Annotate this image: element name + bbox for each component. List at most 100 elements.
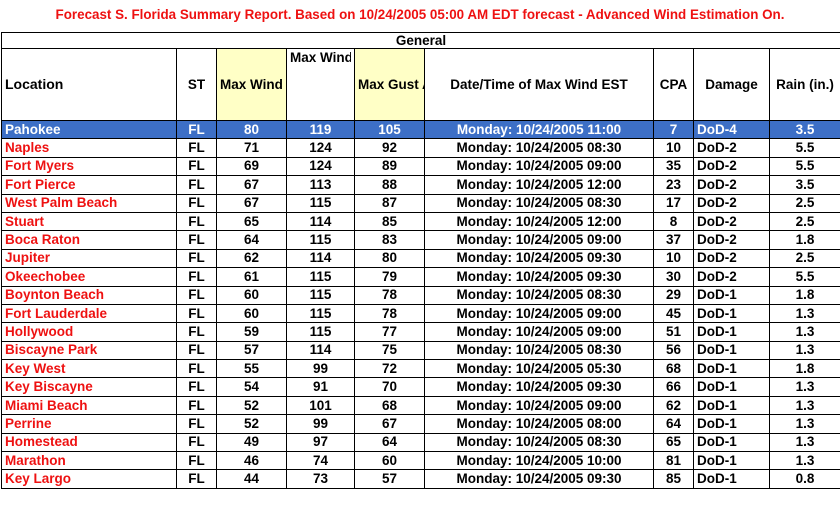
cell-damage: DoD-2 <box>693 193 770 213</box>
col-header-datetime[interactable]: Date/Time of Max Wind EST <box>424 48 654 121</box>
col-header-rain[interactable]: Rain (in.) <box>768 48 840 121</box>
cell-max-gust-awe: 57 <box>354 469 425 489</box>
cell-max-wind-awe: 46 <box>216 451 287 471</box>
cell-cpa: 66 <box>653 377 694 397</box>
cell-max-wind-awe: 44 <box>216 469 287 489</box>
cell-damage: DoD-1 <box>693 359 770 379</box>
table-row[interactable]: Key Largo FL 44 73 57 Monday: 10/24/2005 09:3… <box>1 469 840 489</box>
cell-cpa: 10 <box>653 138 694 158</box>
cell-rain: 1.8 <box>768 285 840 305</box>
cell-st: FL <box>176 451 217 471</box>
cell-cpa: 8 <box>653 211 694 232</box>
cell-st: FL <box>176 414 217 434</box>
col-header-st[interactable]: ST <box>176 48 217 121</box>
table-row[interactable]: Naples FL 71 124 92 Monday: 10/24/2005 08:30 1… <box>1 138 840 158</box>
cell-cpa: 62 <box>653 395 694 416</box>
cell-cpa: 64 <box>653 414 694 434</box>
cell-location: Marathon <box>1 451 177 471</box>
table-row[interactable]: Boynton Beach FL 60 115 78 Monday: 10/24/2005… <box>1 285 840 305</box>
cell-datetime: Monday: 10/24/2005 08:30 <box>424 193 654 213</box>
cell-cpa: 51 <box>653 322 694 342</box>
cell-max-wind-non-awe: 101 <box>286 395 355 416</box>
table-row[interactable]: Biscayne Park FL 57 114 75 Monday: 10/24/2005… <box>1 340 840 361</box>
cell-location: Fort Myers <box>1 156 177 177</box>
cell-rain: 1.3 <box>768 303 840 324</box>
cell-cpa: 35 <box>653 156 694 177</box>
cell-rain: 1.3 <box>768 451 840 471</box>
cell-st: FL <box>176 248 217 269</box>
cell-st: FL <box>176 432 217 453</box>
col-header-max-wind-non-awe[interactable]: Max Wind Non AWE (mph) <box>286 48 355 121</box>
col-header-damage[interactable]: Damage <box>693 48 770 121</box>
cell-st: FL <box>176 395 217 416</box>
cell-damage: DoD-1 <box>693 377 770 397</box>
cell-max-wind-awe: 71 <box>216 138 287 158</box>
col-header-location[interactable]: Location <box>1 48 177 121</box>
cell-datetime: Monday: 10/24/2005 12:00 <box>424 211 654 232</box>
cell-datetime: Monday: 10/24/2005 09:30 <box>424 377 654 397</box>
cell-rain: 0.8 <box>768 469 840 489</box>
table-row[interactable]: West Palm Beach FL 67 115 87 Monday: 10/24/20… <box>1 193 840 213</box>
cell-datetime: Monday: 10/24/2005 09:30 <box>424 267 654 287</box>
cell-damage: DoD-2 <box>693 156 770 177</box>
cell-max-gust-awe: 105 <box>354 119 425 140</box>
cell-rain: 5.5 <box>768 138 840 158</box>
table-row[interactable]: Jupiter FL 62 114 80 Monday: 10/24/2005 09:30… <box>1 248 840 269</box>
cell-st: FL <box>176 322 217 342</box>
cell-rain: 2.5 <box>768 211 840 232</box>
cell-st: FL <box>176 359 217 379</box>
cell-max-wind-non-awe: 74 <box>286 451 355 471</box>
table-row[interactable]: Fort Pierce FL 67 113 88 Monday: 10/24/2005 1… <box>1 175 840 195</box>
cell-rain: 1.3 <box>768 414 840 434</box>
cell-datetime: Monday: 10/24/2005 09:30 <box>424 248 654 269</box>
cell-cpa: 45 <box>653 303 694 324</box>
cell-max-wind-awe: 67 <box>216 175 287 195</box>
col-header-max-gust-awe[interactable]: Max Gust AWE (mph) <box>354 48 425 121</box>
cell-max-wind-awe: 49 <box>216 432 287 453</box>
table-row[interactable]: Key West FL 55 99 72 Monday: 10/24/2005 05:30… <box>1 359 840 379</box>
cell-damage: DoD-1 <box>693 451 770 471</box>
cell-datetime: Monday: 10/24/2005 10:00 <box>424 451 654 471</box>
cell-location: Stuart <box>1 211 177 232</box>
cell-max-wind-awe: 60 <box>216 285 287 305</box>
cell-max-gust-awe: 67 <box>354 414 425 434</box>
cell-max-wind-non-awe: 113 <box>286 175 355 195</box>
cell-damage: DoD-1 <box>693 395 770 416</box>
col-header-cpa[interactable]: CPA <box>653 48 694 121</box>
cell-rain: 1.3 <box>768 377 840 397</box>
cell-rain: 2.5 <box>768 193 840 213</box>
col-header-max-wind-awe[interactable]: Max Wind AWE (mph) <box>216 48 287 121</box>
table-row[interactable]: Key Biscayne FL 54 91 70 Monday: 10/24/2005 0… <box>1 377 840 397</box>
table-row[interactable]: Fort Myers FL 69 124 89 Monday: 10/24/2005 09… <box>1 156 840 177</box>
table-row[interactable]: Stuart FL 65 114 85 Monday: 10/24/2005 12:00 8… <box>1 211 840 232</box>
table-row[interactable]: Pahokee FL 80 119 105 Monday: 10/24/2005 11:0… <box>1 119 840 140</box>
cell-max-wind-awe: 64 <box>216 230 287 250</box>
cell-st: FL <box>176 193 217 213</box>
cell-damage: DoD-2 <box>693 175 770 195</box>
cell-max-wind-awe: 60 <box>216 303 287 324</box>
table-row[interactable]: Hollywood FL 59 115 77 Monday: 10/24/2005 09:… <box>1 322 840 342</box>
cell-datetime: Monday: 10/24/2005 05:30 <box>424 359 654 379</box>
cell-location: Naples <box>1 138 177 158</box>
cell-damage: DoD-2 <box>693 267 770 287</box>
cell-max-wind-non-awe: 115 <box>286 322 355 342</box>
cell-cpa: 37 <box>653 230 694 250</box>
cell-datetime: Monday: 10/24/2005 09:00 <box>424 322 654 342</box>
cell-cpa: 56 <box>653 340 694 361</box>
cell-max-wind-awe: 61 <box>216 267 287 287</box>
summary-table: General Location ST Max Wind AWE (mph) M… <box>0 32 840 489</box>
table-row[interactable]: Miami Beach FL 52 101 68 Monday: 10/24/2005 0… <box>1 395 840 416</box>
cell-cpa: 23 <box>653 175 694 195</box>
cell-cpa: 29 <box>653 285 694 305</box>
cell-st: FL <box>176 267 217 287</box>
cell-max-wind-non-awe: 99 <box>286 414 355 434</box>
cell-max-gust-awe: 72 <box>354 359 425 379</box>
table-row[interactable]: Marathon FL 46 74 60 Monday: 10/24/2005 10:00… <box>1 451 840 471</box>
cell-st: FL <box>176 119 217 140</box>
cell-damage: DoD-2 <box>693 248 770 269</box>
table-row[interactable]: Okeechobee FL 61 115 79 Monday: 10/24/2005 09… <box>1 267 840 287</box>
table-row[interactable]: Homestead FL 49 97 64 Monday: 10/24/2005 08:3… <box>1 432 840 453</box>
table-row[interactable]: Boca Raton FL 64 115 83 Monday: 10/24/2005 09… <box>1 230 840 250</box>
table-row[interactable]: Fort Lauderdale FL 60 115 78 Monday: 10/24/20… <box>1 303 840 324</box>
table-row[interactable]: Perrine FL 52 99 67 Monday: 10/24/2005 08:00 6… <box>1 414 840 434</box>
